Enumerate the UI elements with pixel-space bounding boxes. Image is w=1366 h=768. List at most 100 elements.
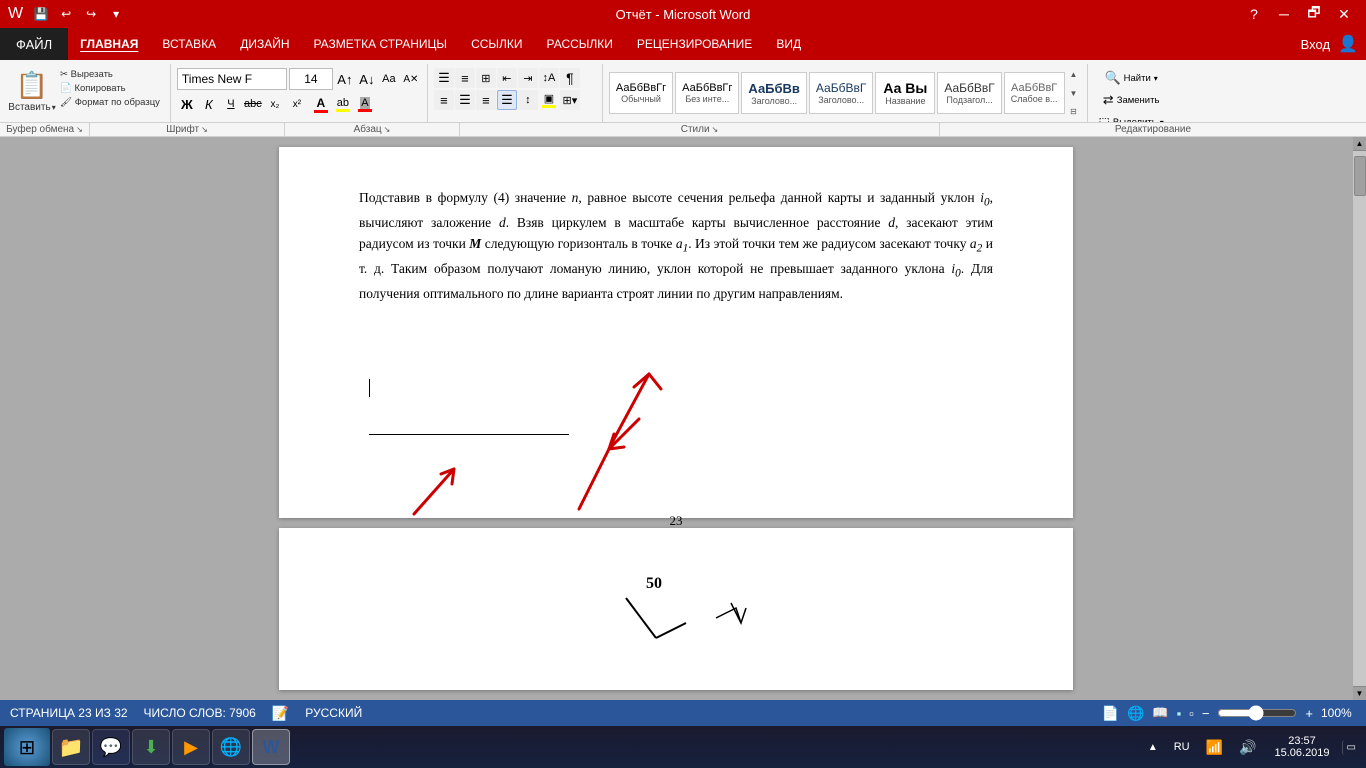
read-mode-icon[interactable]: 📖	[1152, 705, 1168, 721]
align-left-btn[interactable]: ≡	[434, 90, 454, 110]
scroll-up-btn[interactable]: ▲	[1353, 137, 1366, 151]
strikethrough-button[interactable]: abc	[243, 94, 263, 114]
taskbar-media[interactable]: ▶	[172, 729, 210, 765]
style-heading2[interactable]: АаБбВвГ Заголово...	[809, 72, 873, 114]
word-count[interactable]: ЧИСЛО СЛОВ: 7906	[144, 706, 256, 720]
replace-button[interactable]: ⇄ Заменить	[1094, 90, 1169, 110]
menu-page-layout[interactable]: РАЗМЕТКА СТРАНИЦЫ	[301, 28, 459, 60]
start-button[interactable]: ⊞	[4, 728, 50, 766]
show-desktop-btn[interactable]: ▭	[1342, 740, 1362, 755]
minimize-btn[interactable]: ─	[1270, 0, 1298, 28]
styles-expand-icon[interactable]: ↘	[712, 125, 719, 134]
find-dropdown[interactable]: ▾	[1154, 74, 1158, 83]
redo-quick-btn[interactable]: ↪	[80, 3, 102, 25]
font-expand-icon[interactable]: ↘	[201, 125, 208, 134]
paragraph-expand-icon[interactable]: ↘	[384, 125, 391, 134]
align-justify-btn[interactable]: ☰	[497, 90, 517, 110]
help-btn[interactable]: ?	[1240, 0, 1268, 28]
format-painter-button[interactable]: 🖌 Формат по образцу	[56, 96, 164, 109]
style-title[interactable]: Аа Вы Название	[875, 72, 935, 114]
borders-btn[interactable]: ⊞▾	[560, 90, 580, 110]
signin-label[interactable]: Вход	[1301, 37, 1330, 52]
numbered-list-btn[interactable]: ≡	[455, 68, 475, 88]
subscript-button[interactable]: x₂	[265, 94, 285, 114]
copy-button[interactable]: 📄 Копировать	[56, 82, 164, 95]
gallery-scroll[interactable]: ▲ ▼ ⊟	[1067, 69, 1081, 117]
language[interactable]: РУССКИЙ	[305, 706, 362, 720]
tray-network-btn[interactable]: 📶	[1200, 737, 1229, 758]
style-no-spacing[interactable]: АаБбВвГг Без инте...	[675, 72, 739, 114]
qa-more-btn[interactable]: ▾	[105, 3, 127, 25]
menu-view[interactable]: ВИД	[764, 28, 813, 60]
clipboard-expand-icon[interactable]: ↘	[76, 125, 83, 134]
paste-button[interactable]: 📋 Вставить ▾	[10, 66, 54, 116]
find-button[interactable]: 🔍 Найти ▾	[1094, 68, 1169, 88]
italic-button[interactable]: К	[199, 94, 219, 114]
taskbar-chrome[interactable]: 🌐	[212, 729, 250, 765]
taskbar-downloader[interactable]: ⬇	[132, 729, 170, 765]
menu-review[interactable]: РЕЦЕНЗИРОВАНИЕ	[625, 28, 764, 60]
superscript-button[interactable]: x²	[287, 94, 307, 114]
zoom-in-btn[interactable]: +	[1305, 706, 1313, 721]
undo-quick-btn[interactable]: ↩	[55, 3, 77, 25]
bullet-list-btn[interactable]: ☰	[434, 68, 454, 88]
increase-indent-btn[interactable]: ⇥	[518, 68, 538, 88]
font-size-input[interactable]	[289, 68, 333, 90]
taskbar-explorer[interactable]: 📁	[52, 729, 90, 765]
page-text[interactable]: Подставив в формулу (4) значение n, равн…	[359, 187, 993, 304]
taskbar-discord[interactable]: 💬	[92, 729, 130, 765]
style-subtle[interactable]: АаБбВвГ Слабое в...	[1004, 72, 1065, 114]
align-center-btn[interactable]: ☰	[455, 90, 475, 110]
spell-check-icon[interactable]: 📝	[272, 705, 289, 722]
show-formatting-btn[interactable]: ¶	[560, 68, 580, 88]
account-icon[interactable]: 👤	[1338, 34, 1358, 54]
restore-btn[interactable]: 🗗	[1300, 0, 1328, 28]
gallery-up-btn[interactable]: ▲	[1069, 69, 1079, 80]
clear-format-btn[interactable]: A✕	[401, 69, 421, 89]
menu-mailings[interactable]: РАССЫЛКИ	[535, 28, 625, 60]
font-grow-btn[interactable]: A↑	[335, 69, 355, 89]
vertical-scrollbar[interactable]: ▲ ▼	[1352, 137, 1366, 700]
gallery-more-btn[interactable]: ⊟	[1069, 106, 1078, 117]
taskbar-word[interactable]: W	[252, 729, 290, 765]
save-quick-btn[interactable]: 💾	[30, 3, 52, 25]
text-highlight-button[interactable]: ab	[333, 94, 353, 114]
font-shrink-btn[interactable]: A↓	[357, 69, 377, 89]
web-view-icon[interactable]: 🌐	[1127, 705, 1144, 722]
style-heading1[interactable]: АаБбВв Заголово...	[741, 72, 807, 114]
close-btn[interactable]: ✕	[1330, 0, 1358, 28]
notes-icon[interactable]: 📄	[1102, 705, 1119, 722]
menu-insert[interactable]: ВСТАВКА	[150, 28, 228, 60]
underline-button[interactable]: Ч	[221, 94, 241, 114]
zoom-slider[interactable]	[1217, 705, 1297, 721]
document-area[interactable]: Подставив в формулу (4) значение n, равн…	[0, 137, 1352, 700]
scroll-down-btn[interactable]: ▼	[1353, 686, 1366, 700]
style-subtitle[interactable]: АаБбВвГ Подзагол...	[937, 72, 1001, 114]
system-clock[interactable]: 23:57 15.06.2019	[1266, 735, 1337, 759]
sort-btn[interactable]: ↕A	[539, 68, 559, 88]
align-right-btn[interactable]: ≡	[476, 90, 496, 110]
char-shading-button[interactable]: A	[355, 94, 375, 114]
menu-design[interactable]: ДИЗАЙН	[228, 28, 301, 60]
tray-volume-btn[interactable]: 🔊	[1233, 737, 1262, 758]
gallery-down-btn[interactable]: ▼	[1069, 88, 1079, 99]
cut-button[interactable]: ✂ Вырезать	[56, 68, 164, 81]
menu-home[interactable]: ГЛАВНАЯ	[68, 28, 150, 60]
change-case-btn[interactable]: Aa	[379, 69, 399, 89]
shading-btn[interactable]: ▣	[539, 90, 559, 110]
font-color-button[interactable]: A	[311, 94, 331, 114]
style-normal[interactable]: АаБбВвГг Обычный	[609, 72, 673, 114]
menu-references[interactable]: ССЫЛКИ	[459, 28, 534, 60]
print-layout-icon[interactable]: ▪	[1177, 706, 1182, 721]
menu-file[interactable]: ФАЙЛ	[0, 28, 68, 60]
page-info[interactable]: СТРАНИЦА 23 ИЗ 32	[10, 706, 128, 720]
scroll-thumb[interactable]	[1354, 156, 1366, 196]
web-layout-icon[interactable]: ▫	[1189, 706, 1194, 721]
line-spacing-btn[interactable]: ↕	[518, 90, 538, 110]
zoom-out-btn[interactable]: −	[1202, 706, 1210, 721]
multilevel-list-btn[interactable]: ⊞	[476, 68, 496, 88]
tray-expand-btn[interactable]: ▲	[1142, 740, 1164, 755]
zoom-level[interactable]: 100%	[1321, 706, 1356, 720]
bold-button[interactable]: Ж	[177, 94, 197, 114]
decrease-indent-btn[interactable]: ⇤	[497, 68, 517, 88]
